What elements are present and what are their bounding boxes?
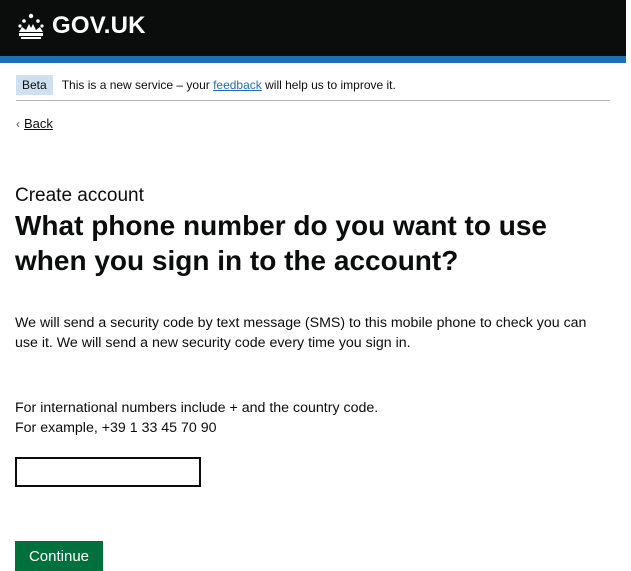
phone-hint-line-2: For example, +39 1 33 45 70 90 <box>15 420 217 436</box>
phone-hint-line-1: For international numbers include + and … <box>15 400 379 416</box>
phase-text-before: This is a new service – your <box>61 78 214 92</box>
chevron-left-icon: ‹ <box>16 116 20 131</box>
back-link-label: Back <box>24 116 53 131</box>
site-header: GOV.UK <box>0 0 626 56</box>
feedback-link[interactable]: feedback <box>213 78 262 92</box>
phase-banner-text: This is a new service – your feedback wi… <box>62 78 396 92</box>
phase-text-after: will help us to improve it. <box>261 78 396 92</box>
phase-tag: Beta <box>16 75 53 95</box>
body-text: We will send a security code by text mes… <box>15 315 587 351</box>
back-link[interactable]: ‹ Back <box>16 116 53 131</box>
continue-button[interactable]: Continue <box>15 541 103 571</box>
govuk-logo-link[interactable]: GOV.UK <box>16 10 146 42</box>
crown-icon <box>18 13 44 39</box>
header-stripe <box>0 56 626 63</box>
page-caption: Create account <box>15 185 144 206</box>
page-title: What phone number do you want to use whe… <box>15 210 547 276</box>
phone-hint: For international numbers include + and … <box>15 398 605 438</box>
phone-number-input[interactable] <box>15 457 201 487</box>
phase-banner: Beta This is a new service – your feedba… <box>16 70 610 101</box>
govuk-logo-text: GOV.UK <box>52 12 146 39</box>
